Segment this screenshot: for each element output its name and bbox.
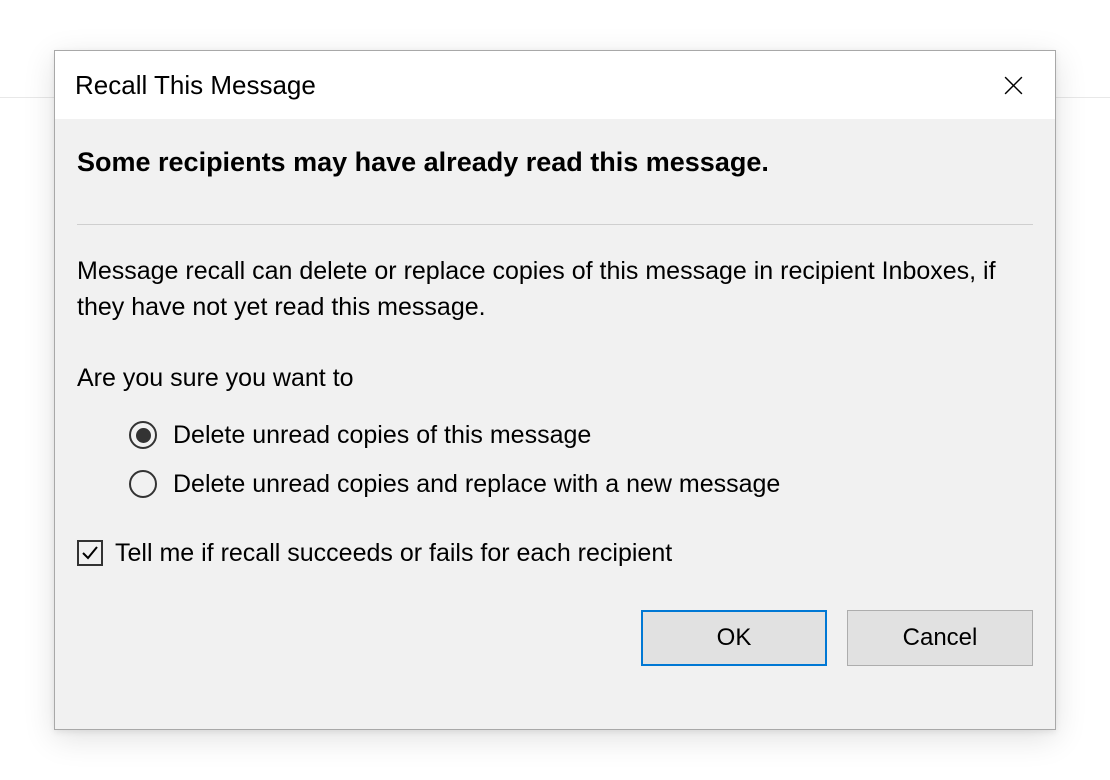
notify-checkbox[interactable]: Tell me if recall succeeds or fails for … [77,539,1033,568]
option-delete-unread-label: Delete unread copies of this message [173,421,591,450]
dialog-button-row: OK Cancel [77,610,1033,666]
cancel-button[interactable]: Cancel [847,610,1033,666]
radio-icon [129,421,157,449]
cancel-button-label: Cancel [903,624,978,652]
checkmark-icon [80,543,100,563]
close-icon [1003,75,1024,96]
divider [77,224,1033,225]
ok-button-label: OK [717,624,752,652]
notify-checkbox-label: Tell me if recall succeeds or fails for … [115,539,672,568]
radio-icon [129,470,157,498]
dialog-content: Some recipients may have already read th… [55,119,1055,684]
recall-message-dialog: Recall This Message Some recipients may … [54,50,1056,730]
dialog-title: Recall This Message [75,70,316,101]
option-delete-and-replace-label: Delete unread copies and replace with a … [173,470,780,499]
checkbox-icon [77,540,103,566]
dialog-body-text: Message recall can delete or replace cop… [77,253,1033,326]
dialog-headline: Some recipients may have already read th… [77,147,1033,178]
dialog-titlebar: Recall This Message [55,51,1055,119]
option-delete-and-replace[interactable]: Delete unread copies and replace with a … [129,470,1033,499]
ok-button[interactable]: OK [641,610,827,666]
recall-options-group: Delete unread copies of this message Del… [129,421,1033,499]
close-button[interactable] [993,65,1033,105]
dialog-prompt: Are you sure you want to [77,364,1033,393]
option-delete-unread[interactable]: Delete unread copies of this message [129,421,1033,450]
